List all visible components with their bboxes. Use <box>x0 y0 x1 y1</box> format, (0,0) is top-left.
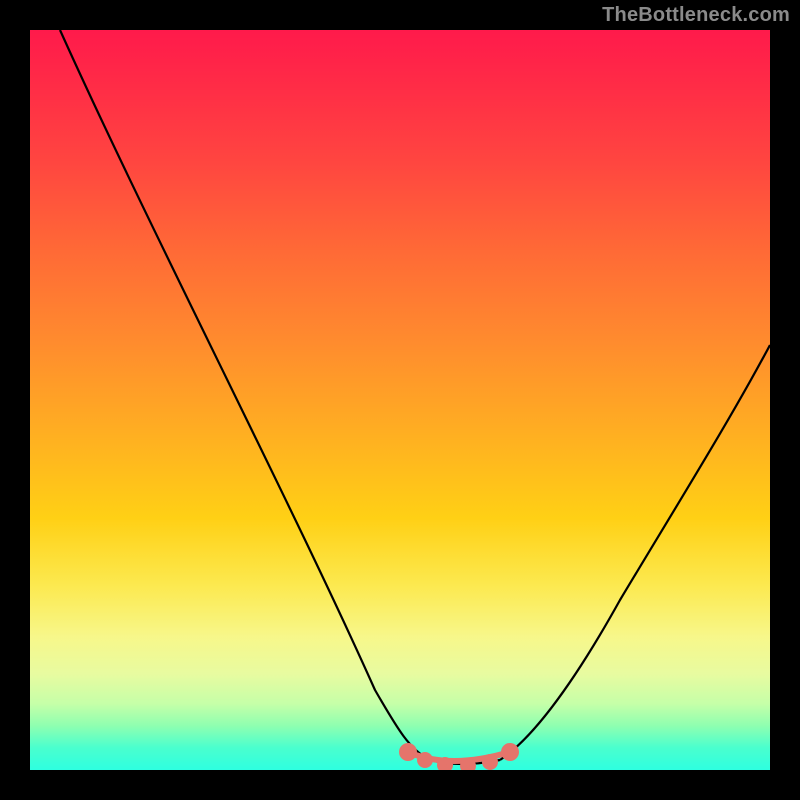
plot-area <box>30 30 770 770</box>
curve-left <box>60 30 430 760</box>
watermark-text: TheBottleneck.com <box>602 4 790 27</box>
optimal-marker-group <box>402 746 516 770</box>
marker-dot <box>485 757 495 767</box>
marker-dot <box>440 760 450 770</box>
chart-frame: TheBottleneck.com <box>0 0 800 800</box>
marker-dot <box>504 746 516 758</box>
curve-right <box>500 345 770 760</box>
marker-dot <box>463 761 473 770</box>
marker-dot <box>420 755 430 765</box>
bottleneck-curve <box>30 30 770 770</box>
marker-dot <box>402 746 414 758</box>
